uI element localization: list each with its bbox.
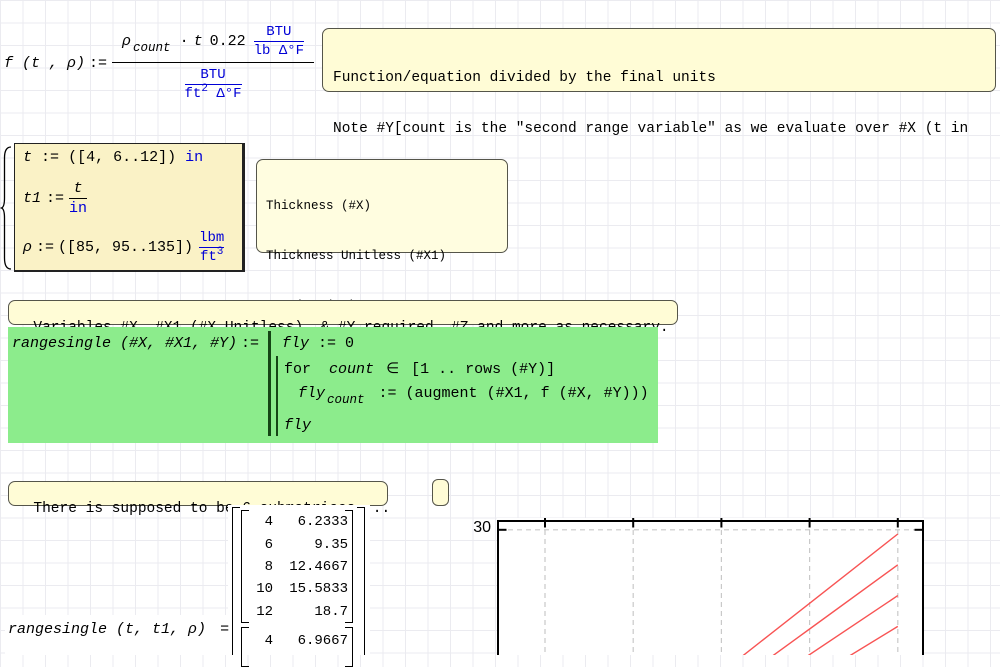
plot-y-tick-label: 30: [465, 519, 491, 537]
submatrix-1-rows: 46.233369.35812.46671015.58331218.7: [247, 511, 348, 623]
empty-callout[interactable]: [432, 479, 449, 506]
unit-btu-denominator: BTU: [200, 67, 225, 83]
callout-line: Thickness Unitless (#X1): [266, 248, 498, 265]
result-lhs: rangesingle (t, t1, ρ): [8, 621, 206, 638]
rho-variable: ρ: [122, 33, 131, 50]
matrix-cell: 15.5833: [278, 581, 348, 597]
matrix-cell: 12.4667: [278, 559, 348, 575]
plot-region[interactable]: [497, 518, 924, 655]
unit-degF: Δ°F: [216, 86, 241, 102]
callout-line: Function/equation divided by the final u…: [333, 70, 985, 87]
matrix-cell: 6: [247, 537, 273, 553]
main-fraction: ρ count · t 0.22 BTU lb Δ°F BTU ft2 Δ°F: [112, 24, 314, 102]
coefficient: 0.22: [210, 33, 246, 50]
ft-exponent: 3: [217, 246, 224, 258]
unit-in: in: [69, 200, 87, 217]
function-name: f (t , ρ): [4, 55, 85, 72]
matrix-row: 4 6.2333: [247, 511, 348, 533]
equals-operator: =: [220, 621, 229, 638]
group-brace-icon: [0, 145, 13, 271]
unit-ft: ft: [200, 249, 217, 265]
program-lhs: rangesingle (#X, #X1, #Y):=: [12, 335, 259, 352]
matrix-cell: 10: [247, 581, 273, 597]
unit-ft: ft: [185, 86, 202, 102]
matrix-cell: 18.7: [278, 604, 348, 620]
callout-function-units[interactable]: Function/equation divided by the final u…: [322, 28, 996, 92]
submatrix-2-rows: 4 6.9667: [247, 630, 348, 652]
callout-variables-required[interactable]: Variables #X, #X1 (#X Unitless), & #Y re…: [8, 300, 678, 325]
program-line-2: for count ∈ [1 .. rows (#Y)]: [284, 359, 555, 378]
plot-canvas: [497, 518, 924, 655]
matrix-cell: 9.35: [278, 537, 348, 553]
rho-definition: ρ := ([85, 95..135]) lbm ft3: [23, 230, 234, 265]
t1-definition: t1 := t in: [23, 180, 234, 217]
callout-variable-legend[interactable]: Thickness (#X) Thickness Unitless (#X1) …: [256, 159, 508, 253]
t-definition: t := ([4, 6..12]) in: [23, 149, 234, 166]
mathcad-worksheet: { "formula": { "lhs": "f (t , ρ)", "assi…: [0, 0, 1000, 655]
function-lhs: f (t , ρ):=: [4, 55, 112, 72]
submatrix-1: 46.233369.35812.46671015.58331218.7: [241, 510, 353, 623]
program-region[interactable]: rangesingle (#X, #X1, #Y):= fly := 0 for…: [8, 327, 658, 443]
assign-operator: :=: [89, 55, 107, 72]
t-variable: t: [194, 33, 203, 50]
matrix-row: 4 6.9667: [247, 630, 348, 652]
callout-line: Note #Y[count is the "second range varia…: [333, 121, 985, 138]
matrix-cell: 8: [247, 559, 273, 575]
matrix-cell: 4: [247, 514, 273, 530]
outer-bracket-left: [232, 507, 240, 655]
function-definition-region[interactable]: f (t , ρ):= ρ count · t 0.22 BTU lb Δ°F …: [4, 24, 314, 102]
unit-lb-degF: lb Δ°F: [254, 43, 304, 59]
callout-six-submatrices[interactable]: There is supposed to be 6 submatrices ..…: [8, 481, 388, 506]
matrix-cell: 4: [247, 633, 273, 649]
matrix-cell: 6.9667: [278, 633, 348, 649]
program-inner-bar: [276, 356, 279, 436]
variable-definitions-region[interactable]: t := ([4, 6..12]) in t1 := t in ρ := ([8…: [14, 143, 245, 272]
program-bar: [268, 331, 271, 436]
matrix-row: 10 15.5833: [247, 578, 348, 600]
unit-lbm: lbm: [199, 230, 224, 246]
matrix-cell: 12: [247, 604, 273, 620]
program-line-1: fly := 0: [282, 335, 354, 352]
callout-line: Thickness (#X): [266, 198, 498, 215]
ft-exponent: 2: [201, 83, 208, 95]
unit-btu: BTU: [266, 24, 291, 40]
result-region[interactable]: rangesingle (t, t1, ρ) =: [8, 621, 229, 638]
program-line-3: flycount := (augment (#X1, f (#X, #Y))): [298, 385, 649, 402]
unit-in: in: [185, 149, 203, 166]
outer-bracket-right: [357, 507, 365, 655]
matrix-cell: 6.2333: [278, 514, 348, 530]
multiply-dot: ·: [180, 33, 189, 50]
matrix-row: 8 12.4667: [247, 556, 348, 578]
program-line-4: fly: [284, 417, 311, 434]
submatrix-2: 4 6.9667: [241, 627, 353, 667]
matrix-row: 12 18.7: [247, 601, 348, 623]
rho-subscript: count: [133, 41, 171, 55]
matrix-row: 69.35: [247, 533, 348, 555]
